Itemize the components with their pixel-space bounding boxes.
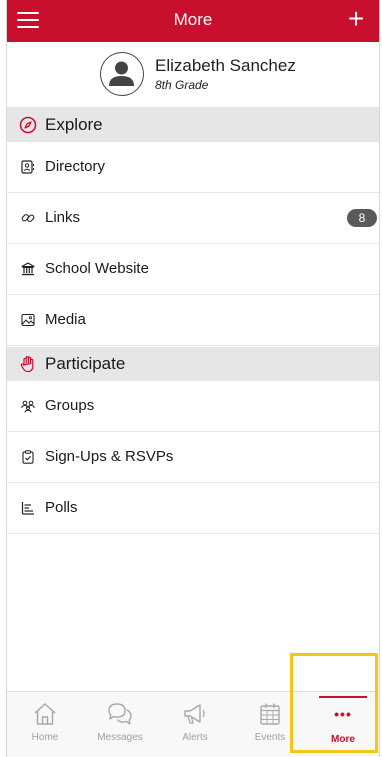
section-explore: Explore <box>7 108 379 142</box>
profile-name: Elizabeth Sanchez <box>155 56 296 75</box>
section-participate: Participate <box>7 347 379 381</box>
app-screen: More + Elizabeth Sanchez 8th Grade Explo… <box>6 0 380 757</box>
tab-home[interactable]: Home <box>15 692 75 756</box>
menu-item-label: Sign-Ups & RSVPs <box>45 448 174 465</box>
tab-more[interactable]: ••• More <box>313 692 373 756</box>
more-dots-icon: ••• <box>334 706 352 722</box>
count-badge: 8 <box>347 209 377 227</box>
menu-item-links[interactable]: Links 8 <box>7 193 379 244</box>
poll-chart-icon <box>21 502 34 515</box>
tab-events[interactable]: Events <box>240 692 300 756</box>
menu-item-media[interactable]: Media <box>7 295 379 346</box>
section-label: Explore <box>45 115 103 134</box>
menu-item-label: Groups <box>45 397 95 414</box>
section-label: Participate <box>45 354 126 373</box>
home-icon <box>34 703 56 725</box>
page-title: More <box>173 10 213 29</box>
menu-item-label: Directory <box>45 158 106 175</box>
menu-item-label: School Website <box>45 260 149 277</box>
top-nav-bar: More + <box>7 0 379 42</box>
clipboard-check-icon <box>22 450 34 464</box>
add-button[interactable]: + <box>343 5 369 34</box>
tab-label: Alerts <box>182 732 208 743</box>
school-building-icon <box>21 262 35 276</box>
menu-item-label: Media <box>45 311 86 328</box>
avatar <box>100 52 144 96</box>
menu-item-signups-rsvps[interactable]: Sign-Ups & RSVPs <box>7 432 379 483</box>
megaphone-icon <box>184 704 205 724</box>
tab-label: Events <box>254 732 286 743</box>
menu-item-label: Links <box>45 209 81 226</box>
tab-label: Messages <box>97 732 143 743</box>
group-icon <box>21 400 35 413</box>
contact-card-icon <box>21 160 34 174</box>
link-icon <box>21 214 35 222</box>
menu-item-groups[interactable]: Groups <box>7 381 379 432</box>
tab-label: Home <box>31 732 59 743</box>
bottom-tab-bar: Home Messages Alerts Events ••• More <box>7 691 379 757</box>
raised-hand-icon <box>20 356 34 373</box>
tab-alerts[interactable]: Alerts <box>165 692 225 756</box>
menu-item-label: Polls <box>45 499 78 516</box>
chat-bubbles-icon <box>108 703 132 725</box>
tab-label: More <box>331 734 355 745</box>
calendar-icon <box>260 703 280 725</box>
active-tab-indicator <box>319 696 367 698</box>
compass-icon <box>19 116 37 134</box>
user-icon <box>109 61 134 86</box>
menu-item-directory[interactable]: Directory <box>7 142 379 193</box>
tab-messages[interactable]: Messages <box>90 692 150 756</box>
menu-item-school-website[interactable]: School Website <box>7 244 379 295</box>
menu-item-polls[interactable]: Polls <box>7 483 379 534</box>
profile-grade: 8th Grade <box>155 78 209 92</box>
profile-header[interactable]: Elizabeth Sanchez 8th Grade <box>7 42 379 108</box>
image-icon <box>21 313 35 327</box>
